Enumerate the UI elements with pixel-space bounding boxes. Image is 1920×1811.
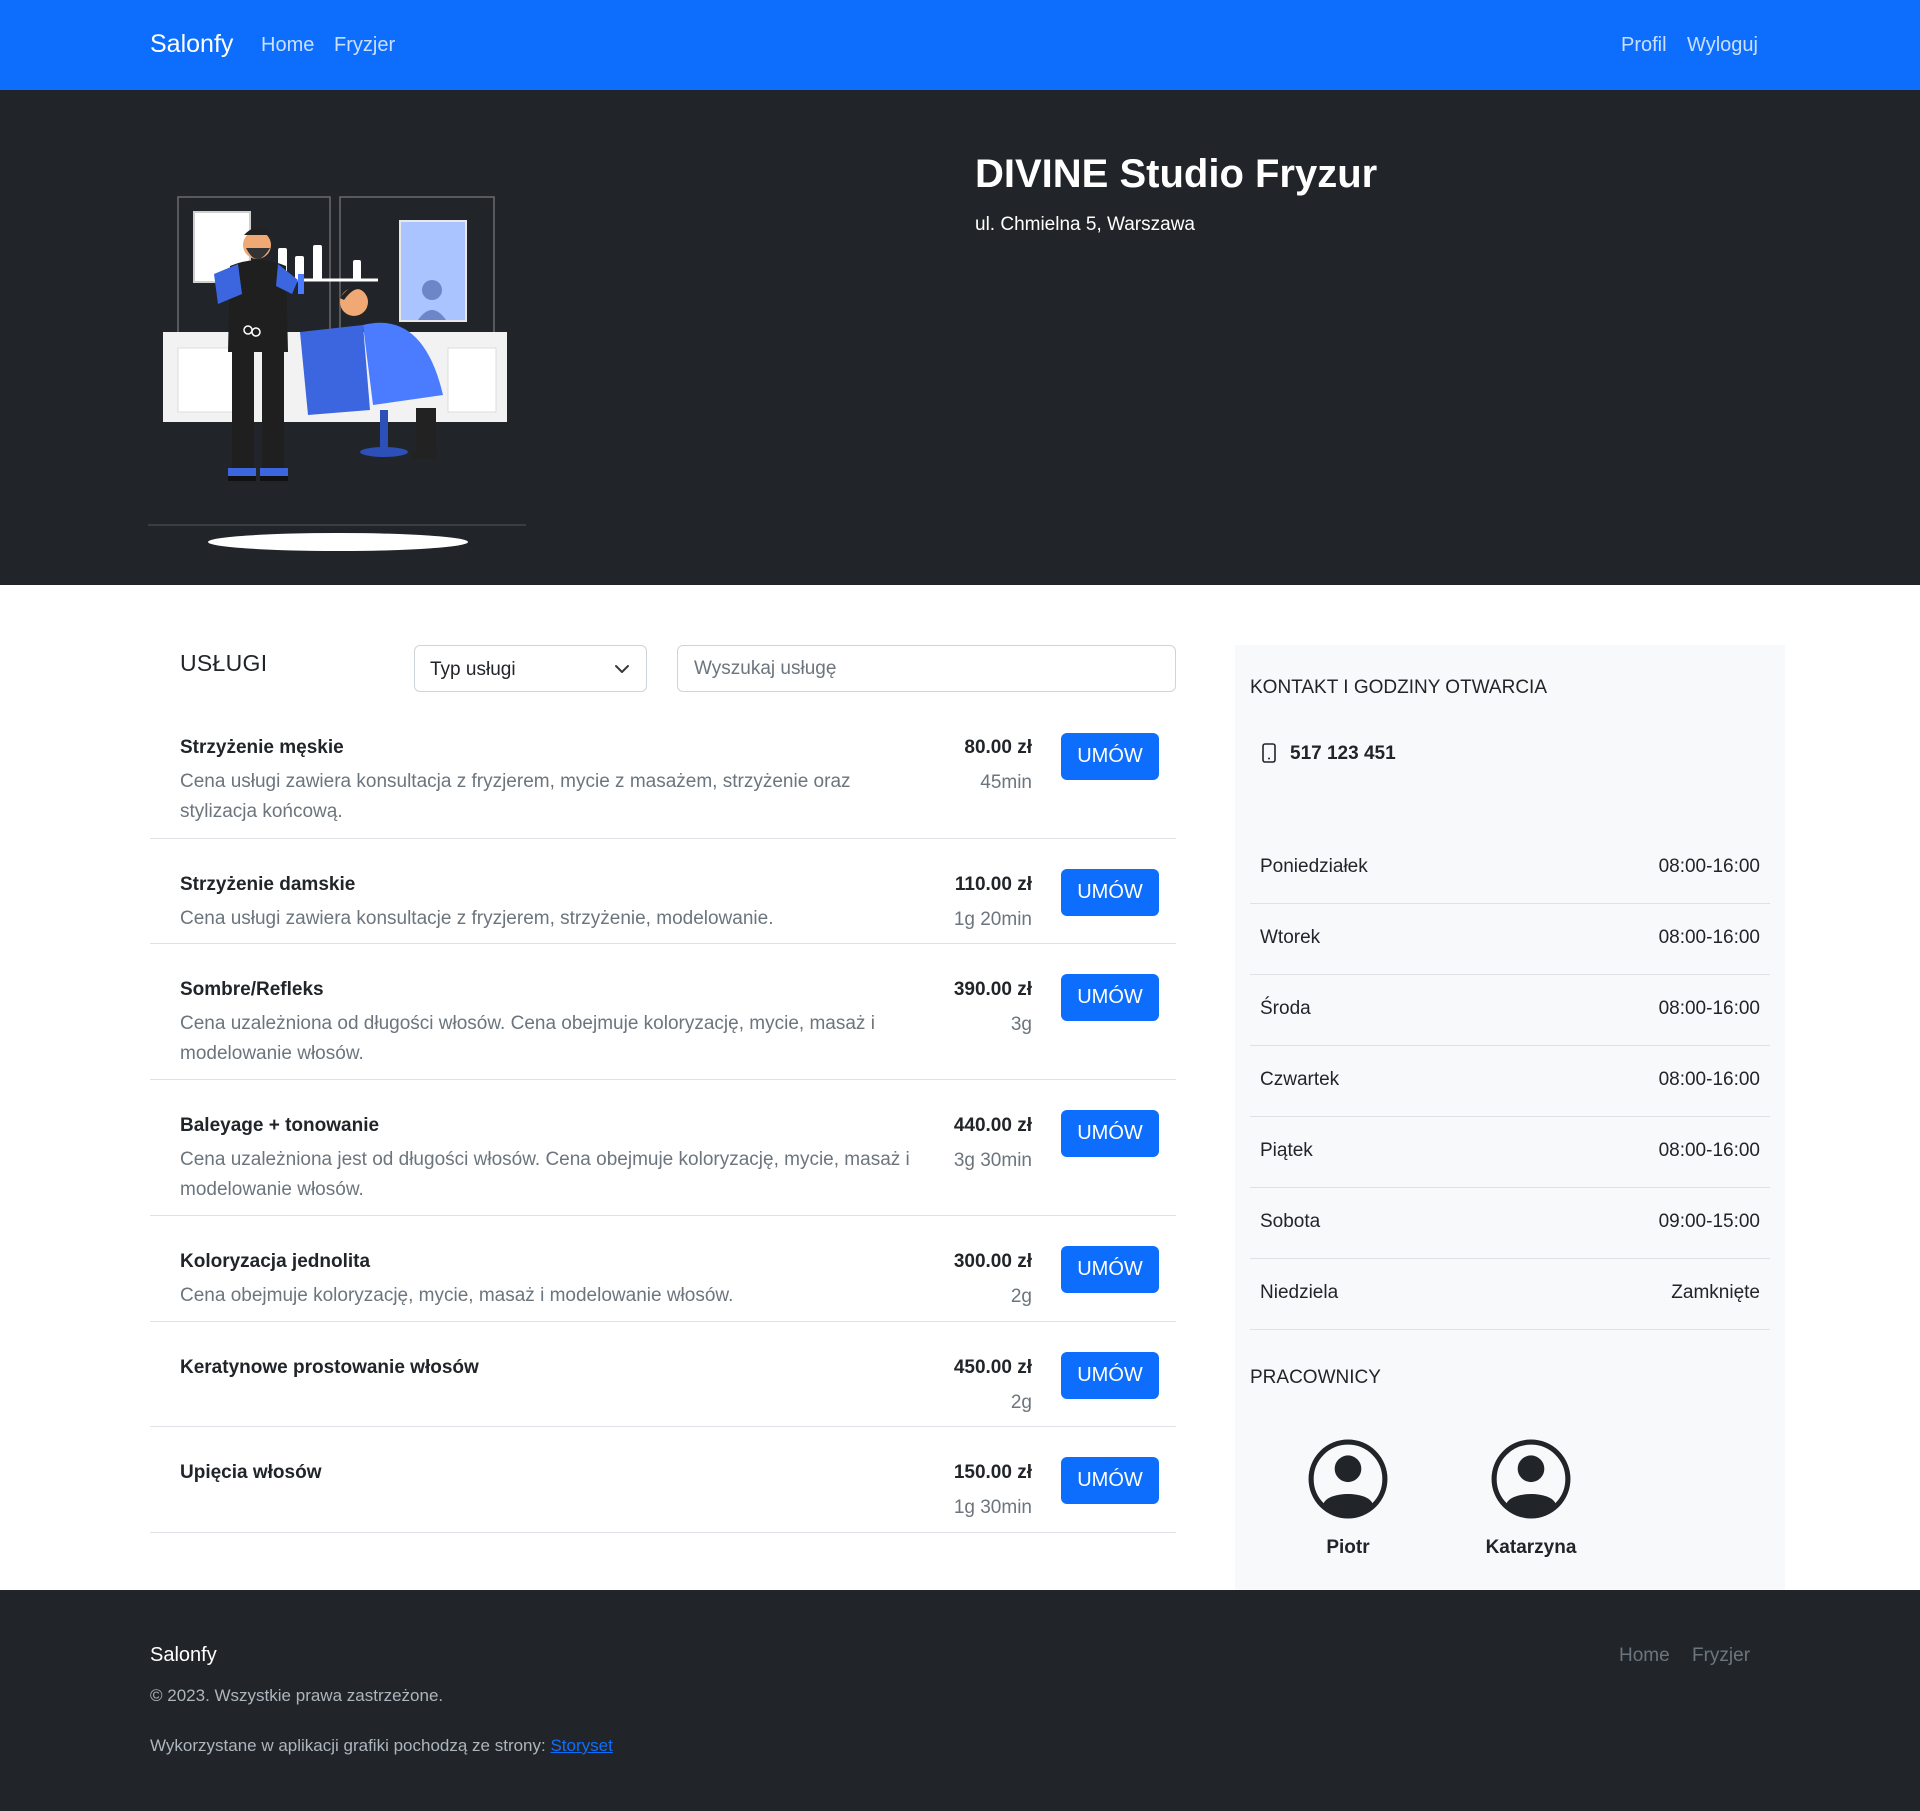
barber-illustration (148, 196, 526, 551)
services-heading: USŁUGI (180, 650, 268, 676)
opening-hours-row: Niedziela Zamknięte (1250, 1259, 1770, 1330)
opening-hours-row: Poniedziałek 08:00-16:00 (1250, 833, 1770, 904)
service-name: Strzyżenie damskie (180, 874, 356, 895)
service-price: 450.00 zł (953, 1357, 1032, 1378)
book-service-button[interactable]: UMÓW (1061, 1110, 1159, 1157)
navbar-brand[interactable]: Salonfy (150, 30, 233, 59)
footer-credit-text: Wykorzystane w aplikacji grafiki pochodz… (150, 1736, 551, 1755)
footer-link-home[interactable]: Home (1619, 1645, 1670, 1667)
employee-name: Piotr (1326, 1537, 1370, 1558)
opening-hours-row: Wtorek 08:00-16:00 (1250, 904, 1770, 975)
hours-day: Wtorek (1260, 927, 1321, 948)
hours-day: Poniedziałek (1260, 856, 1368, 877)
footer-link-fryzjer[interactable]: Fryzjer (1692, 1645, 1750, 1667)
book-service-button[interactable]: UMÓW (1061, 1457, 1159, 1504)
service-description: Cena uzależniona jest od długości włosów… (180, 1149, 910, 1200)
service-price: 80.00 zł (964, 737, 1032, 758)
service-row: Upięcia włosów 150.00 zł 1g 30min UMÓW (150, 1427, 1176, 1533)
contact-sidebar: KONTAKT I GODZINY OTWARCIA 517 123 451 P… (1235, 645, 1785, 1590)
top-navbar: Salonfy Home Fryzjer Profil Wyloguj (0, 0, 1920, 90)
hours-day: Niedziela (1260, 1282, 1339, 1303)
service-price: 390.00 zł (953, 979, 1032, 1000)
service-duration: 2g (1010, 1392, 1032, 1413)
service-name: Sombre/Refleks (180, 979, 324, 1000)
hours-time: 08:00-16:00 (1658, 856, 1760, 877)
service-search-input[interactable] (677, 645, 1176, 692)
service-type-select-value: Typ usługi (430, 659, 516, 680)
service-price: 300.00 zł (953, 1251, 1032, 1272)
service-row: Strzyżenie damskie Cena usługi zawiera k… (150, 839, 1176, 944)
service-duration: 45min (980, 772, 1032, 793)
salon-address: ul. Chmielna 5, Warszawa (975, 214, 1195, 235)
hours-day: Czwartek (1260, 1069, 1340, 1090)
service-duration: 1g 30min (953, 1497, 1032, 1518)
contact-heading: KONTAKT I GODZINY OTWARCIA (1250, 677, 1547, 698)
hours-time: 08:00-16:00 (1658, 1140, 1760, 1161)
service-row: Keratynowe prostowanie włosów 450.00 zł … (150, 1322, 1176, 1427)
service-duration: 3g 30min (953, 1150, 1032, 1171)
hours-time: 09:00-15:00 (1658, 1211, 1760, 1232)
book-service-button[interactable]: UMÓW (1061, 869, 1159, 916)
nav-link-profil[interactable]: Profil (1621, 34, 1667, 57)
service-name: Upięcia włosów (180, 1462, 322, 1483)
employee-name: Katarzyna (1485, 1537, 1577, 1558)
nav-link-home[interactable]: Home (261, 34, 314, 57)
service-name: Strzyżenie męskie (180, 737, 344, 758)
employee-card[interactable]: Piotr (1283, 1438, 1413, 1559)
footer-copyright: © 2023. Wszystkie prawa zastrzeżone. (150, 1686, 444, 1705)
service-description: Cena uzależniona od długości włosów. Cen… (180, 1013, 875, 1064)
footer-credit: Wykorzystane w aplikacji grafiki pochodz… (150, 1736, 613, 1756)
hours-day: Sobota (1260, 1211, 1321, 1232)
opening-hours-row: Sobota 09:00-15:00 (1250, 1188, 1770, 1259)
chevron-down-icon (615, 665, 629, 673)
service-duration: 1g 20min (953, 909, 1032, 930)
service-duration: 3g (1010, 1014, 1032, 1035)
person-circle-icon (1491, 1439, 1571, 1519)
book-service-button[interactable]: UMÓW (1061, 733, 1159, 780)
hours-time: 08:00-16:00 (1658, 998, 1760, 1019)
nav-link-wyloguj[interactable]: Wyloguj (1687, 34, 1758, 57)
service-description: Cena usługi zawiera konsultacja z fryzje… (180, 771, 851, 822)
service-row: Strzyżenie męskie Cena usługi zawiera ko… (150, 712, 1176, 839)
phone-icon (1262, 743, 1276, 763)
employees-heading: PRACOWNICY (1250, 1367, 1381, 1388)
service-row: Sombre/Refleks Cena uzależniona od długo… (150, 944, 1176, 1080)
service-price: 110.00 zł (954, 874, 1032, 895)
hours-day: Piątek (1260, 1140, 1313, 1161)
service-name: Keratynowe prostowanie włosów (180, 1357, 479, 1378)
service-description: Cena usługi zawiera konsultacje z fryzje… (180, 908, 774, 929)
storyset-link[interactable]: Storyset (550, 1736, 612, 1755)
hours-time: 08:00-16:00 (1658, 927, 1760, 948)
service-price: 150.00 zł (953, 1462, 1032, 1483)
hours-day: Środa (1260, 998, 1311, 1019)
opening-hours-row: Środa 08:00-16:00 (1250, 975, 1770, 1046)
service-duration: 2g (1010, 1286, 1032, 1307)
service-description: Cena obejmuje koloryzację, mycie, masaż … (180, 1285, 734, 1306)
person-circle-icon (1308, 1439, 1388, 1519)
salon-name: DIVINE Studio Fryzur (975, 152, 1378, 196)
service-price: 440.00 zł (953, 1115, 1032, 1136)
phone-number[interactable]: 517 123 451 (1290, 743, 1396, 765)
service-name: Koloryzacja jednolita (180, 1251, 371, 1272)
page-footer: Salonfy © 2023. Wszystkie prawa zastrzeż… (0, 1590, 1920, 1811)
book-service-button[interactable]: UMÓW (1061, 1352, 1159, 1399)
book-service-button[interactable]: UMÓW (1061, 974, 1159, 1021)
employee-card[interactable]: Katarzyna (1466, 1438, 1596, 1559)
hours-time: 08:00-16:00 (1658, 1069, 1760, 1090)
footer-brand: Salonfy (150, 1644, 217, 1666)
salon-hero: DIVINE Studio Fryzur ul. Chmielna 5, War… (0, 90, 1920, 585)
nav-link-fryzjer[interactable]: Fryzjer (334, 34, 395, 57)
service-name: Baleyage + tonowanie (180, 1115, 380, 1136)
service-row: Baleyage + tonowanie Cena uzależniona je… (150, 1080, 1176, 1216)
hours-time: Zamknięte (1671, 1282, 1760, 1303)
opening-hours-row: Piątek 08:00-16:00 (1250, 1117, 1770, 1188)
service-row: Koloryzacja jednolita Cena obejmuje kolo… (150, 1216, 1176, 1322)
book-service-button[interactable]: UMÓW (1061, 1246, 1159, 1293)
service-type-select[interactable]: Typ usługi (414, 645, 647, 692)
opening-hours-row: Czwartek 08:00-16:00 (1250, 1046, 1770, 1117)
